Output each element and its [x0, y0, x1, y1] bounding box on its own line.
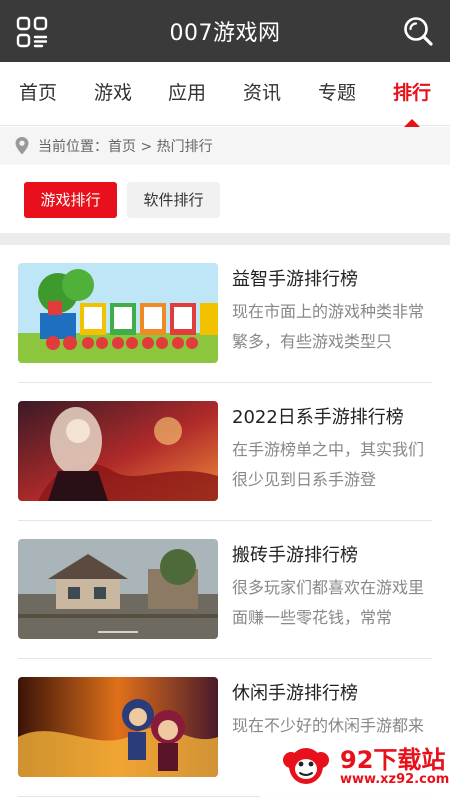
item-description: 在手游榜单之中，其实我们很少见到日系手游登 — [232, 440, 425, 489]
breadcrumb: 当前位置：首页 > 热门排行 — [0, 127, 450, 165]
item-title[interactable]: 搬砖手游排行榜 — [232, 541, 358, 567]
main-nav: 首页 游戏 应用 资讯 专题 排行 — [0, 62, 450, 127]
section-divider — [0, 233, 450, 245]
list-item[interactable]: 2022日系手游排行榜 在手游榜单之中，其实我们很少见到日系手游登 — [18, 383, 432, 521]
nav-item-label: 资讯 — [242, 82, 281, 104]
thumbnail-image[interactable] — [18, 539, 218, 639]
nav-item-label: 排行 — [392, 82, 431, 104]
monkey-logo-icon — [283, 748, 329, 784]
item-title[interactable]: 益智手游排行榜 — [232, 265, 358, 291]
nav-item-ranking[interactable]: 排行 — [388, 62, 436, 127]
watermark-name: 92下载站 — [340, 746, 446, 774]
nav-item-label: 应用 — [167, 82, 206, 104]
thumbnail-image[interactable] — [18, 677, 218, 777]
item-description: 很多玩家们都喜欢在游戏里面赚一些零花钱，常常 — [232, 578, 425, 627]
thumbnail-image[interactable] — [18, 263, 218, 363]
nav-item-label: 游戏 — [93, 82, 132, 104]
watermark-url: www.xz92.com — [340, 772, 450, 787]
nav-item-home[interactable]: 首页 — [14, 62, 62, 124]
tab-game-ranking[interactable]: 游戏排行 — [24, 182, 117, 218]
top-header: 007游戏网 — [0, 0, 450, 62]
nav-item-games[interactable]: 游戏 — [89, 62, 137, 124]
nav-item-topics[interactable]: 专题 — [313, 62, 361, 124]
list-item[interactable]: 搬砖手游排行榜 很多玩家们都喜欢在游戏里面赚一些零花钱，常常 — [18, 521, 432, 659]
grid-menu-icon[interactable] — [16, 16, 48, 48]
nav-item-label: 首页 — [18, 82, 57, 104]
nav-item-apps[interactable]: 应用 — [163, 62, 211, 124]
app-title: 007游戏网 — [169, 21, 281, 46]
item-title[interactable]: 休闲手游排行榜 — [232, 679, 358, 705]
active-indicator — [404, 119, 420, 127]
item-title[interactable]: 2022日系手游排行榜 — [232, 403, 404, 429]
nav-item-news[interactable]: 资讯 — [238, 62, 286, 124]
list-item[interactable]: 益智手游排行榜 现在市面上的游戏种类非常繁多，有些游戏类型只 — [18, 245, 432, 383]
breadcrumb-text: 当前位置：首页 > 热门排行 — [38, 139, 213, 155]
tab-software-ranking[interactable]: 软件排行 — [127, 182, 220, 218]
nav-item-label: 专题 — [317, 82, 356, 104]
watermark: 92下载站 www.xz92.com — [260, 734, 450, 800]
ranking-tabs: 游戏排行 软件排行 — [0, 165, 450, 233]
thumbnail-image[interactable] — [18, 401, 218, 501]
search-icon[interactable] — [402, 15, 434, 47]
item-description: 现在市面上的游戏种类非常繁多，有些游戏类型只 — [232, 302, 425, 351]
location-pin-icon — [15, 137, 29, 155]
